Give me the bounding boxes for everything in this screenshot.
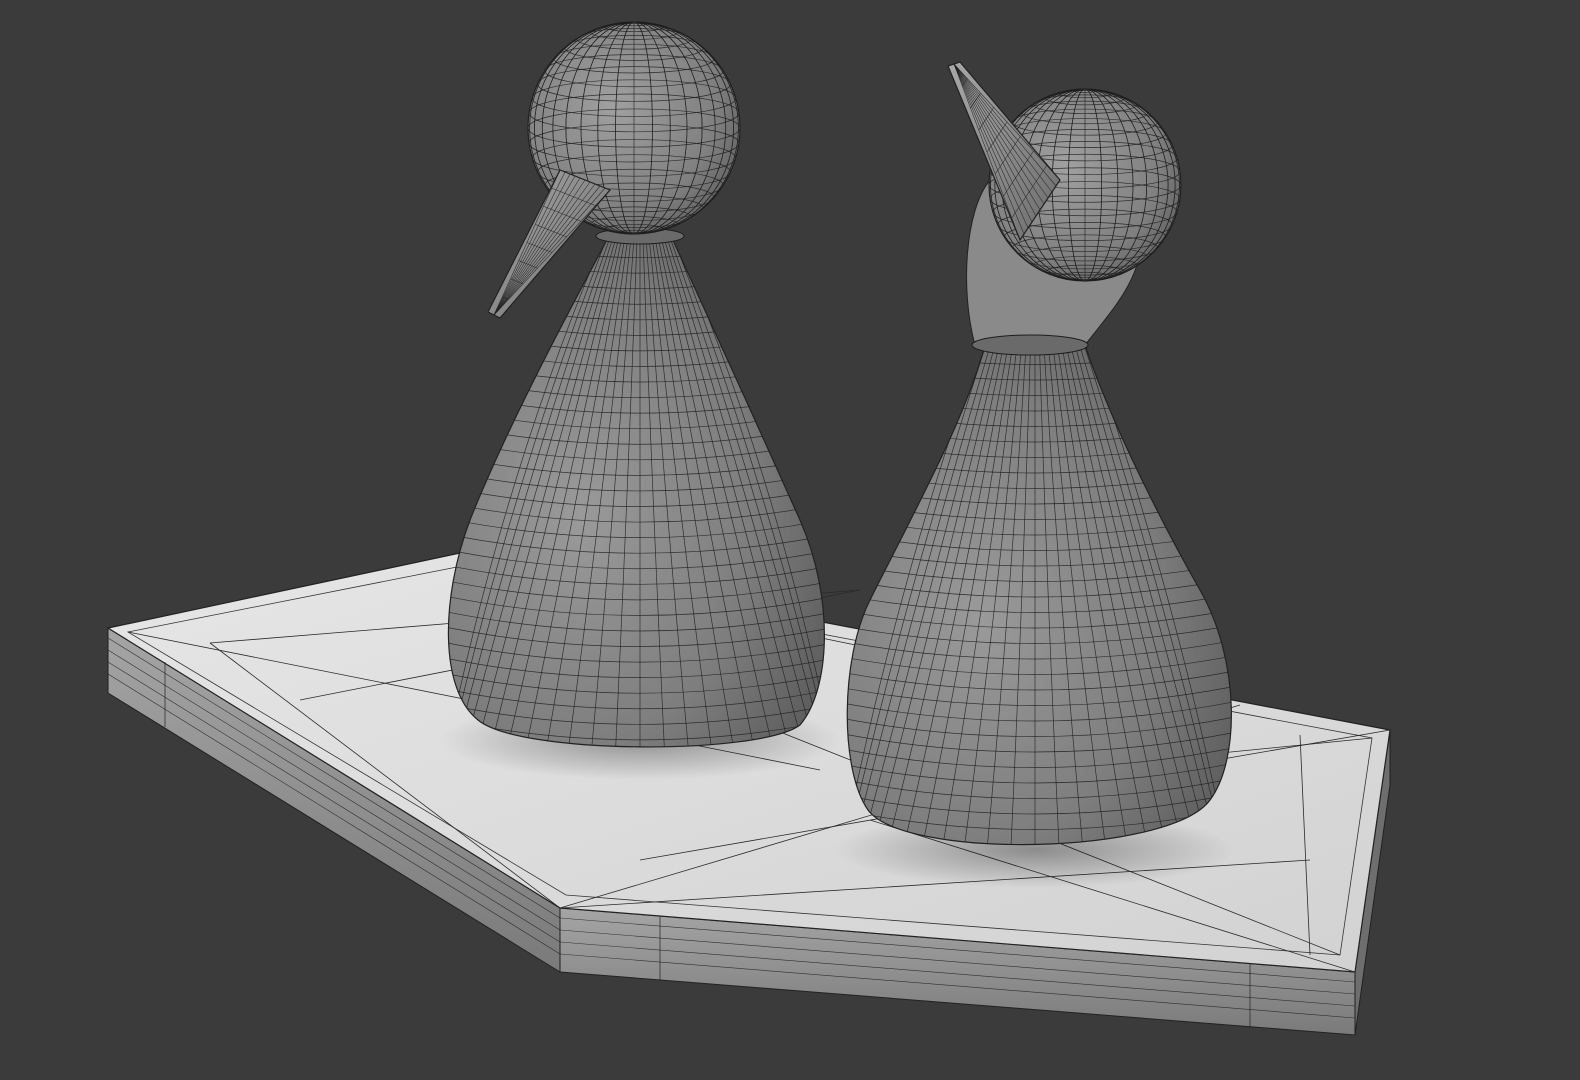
bird-left[interactable]: [420, 20, 860, 785]
bird-right-neck-ring: [971, 334, 1089, 356]
bird-right-body: [846, 344, 1232, 846]
scene-canvas[interactable]: [0, 0, 1580, 1080]
bird-right[interactable]: [815, 61, 1255, 890]
3d-viewport[interactable]: [0, 0, 1580, 1080]
